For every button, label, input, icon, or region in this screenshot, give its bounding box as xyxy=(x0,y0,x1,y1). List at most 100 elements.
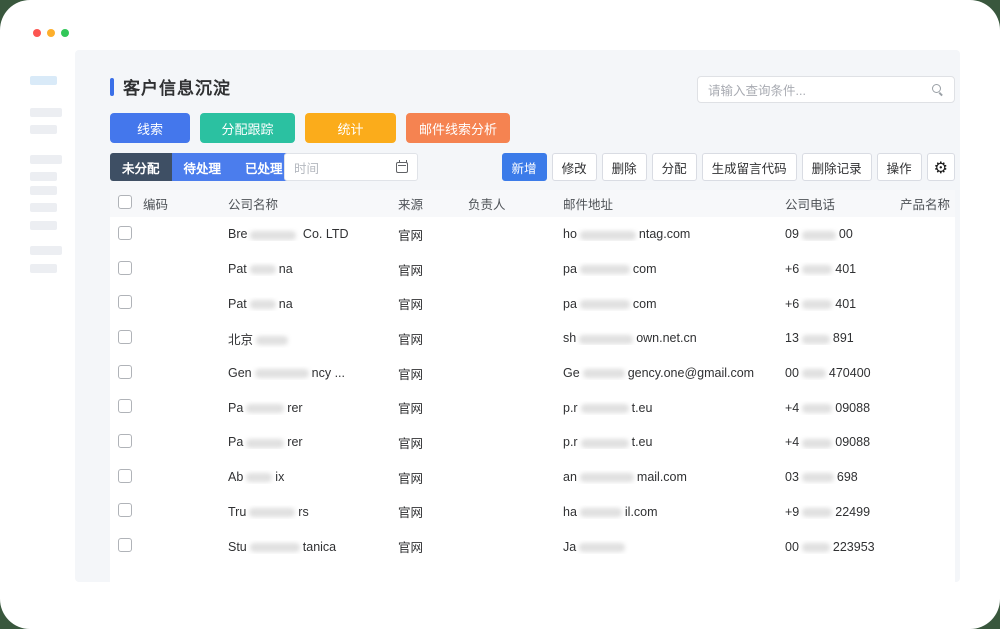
cell-text: rer xyxy=(287,401,302,415)
redacted-text xyxy=(250,543,300,552)
table-row[interactable]: Bre Co. LTD官网hontag.com0900 xyxy=(110,217,955,252)
tab-2[interactable]: 分配跟踪 xyxy=(200,113,295,143)
action-button-1[interactable]: 新增 xyxy=(502,153,547,181)
search-input[interactable]: 请输入查询条件... xyxy=(697,76,955,103)
table-row[interactable]: 北京官网shown.net.cn13891 xyxy=(110,321,955,356)
cell-text: +6 xyxy=(785,297,799,311)
tab-4[interactable]: 邮件线索分析 xyxy=(406,113,510,143)
phone-cell: 13891 xyxy=(785,331,900,345)
redacted-text xyxy=(580,231,636,240)
cell-text: t.eu xyxy=(632,401,653,415)
page-header: 客户信息沉淀 xyxy=(110,74,231,99)
sidebar-item-placeholder[interactable] xyxy=(30,246,62,255)
row-checkbox-cell xyxy=(110,226,143,243)
row-checkbox[interactable] xyxy=(118,226,132,240)
search-icon[interactable] xyxy=(932,84,944,96)
table-row[interactable]: Patna官网pacom+6401 xyxy=(110,286,955,321)
sidebar-item-placeholder[interactable] xyxy=(30,203,57,212)
row-checkbox-cell xyxy=(110,330,143,347)
row-checkbox-cell xyxy=(110,295,143,312)
redacted-text xyxy=(802,231,836,240)
cell-text: +6 xyxy=(785,262,799,276)
redacted-text xyxy=(581,404,629,413)
cell-text: ix xyxy=(275,470,284,484)
sidebar-item-placeholder[interactable] xyxy=(30,186,57,195)
sidebar-item-placeholder[interactable] xyxy=(30,264,57,273)
column-header-3: 来源 xyxy=(398,194,468,213)
redacted-text xyxy=(802,369,826,378)
row-checkbox-cell xyxy=(110,503,143,520)
sidebar-item-placeholder[interactable] xyxy=(30,125,57,134)
column-header-5: 邮件地址 xyxy=(563,194,785,213)
column-header-6: 公司电话 xyxy=(785,194,900,213)
sidebar-item-placeholder[interactable] xyxy=(30,221,57,230)
redacted-text xyxy=(250,231,296,240)
row-checkbox[interactable] xyxy=(118,434,132,448)
screenshot-canvas: 客户信息沉淀 请输入查询条件... 线索分配跟踪统计邮件线索分析 未分配待处理已… xyxy=(0,0,1000,629)
row-checkbox[interactable] xyxy=(118,399,132,413)
redacted-text xyxy=(250,300,276,309)
cell-text: rs xyxy=(298,505,308,519)
row-checkbox[interactable] xyxy=(118,503,132,517)
sidebar-item-placeholder[interactable] xyxy=(30,155,62,164)
column-header-1: 编码 xyxy=(143,194,228,213)
source-cell: 官网 xyxy=(398,433,468,452)
table-row[interactable]: Parer官网p.rt.eu+409088 xyxy=(110,390,955,425)
row-checkbox[interactable] xyxy=(118,365,132,379)
cell-text: an xyxy=(563,470,577,484)
email-cell: Ja xyxy=(563,540,785,554)
action-button-5[interactable]: 生成留言代码 xyxy=(702,153,797,181)
redacted-text xyxy=(802,543,830,552)
row-checkbox[interactable] xyxy=(118,538,132,552)
cell-text: ncy ... xyxy=(312,366,345,380)
column-header-2: 公司名称 xyxy=(228,194,398,213)
cell-text: 401 xyxy=(835,297,856,311)
redacted-text xyxy=(802,473,834,482)
row-checkbox[interactable] xyxy=(118,469,132,483)
cell-text: Bre xyxy=(228,227,247,241)
table-row[interactable]: Patna官网pacom+6401 xyxy=(110,252,955,287)
sidebar-item-placeholder[interactable] xyxy=(30,76,57,85)
action-button-2[interactable]: 修改 xyxy=(552,153,597,181)
redacted-text xyxy=(581,439,629,448)
phone-cell: +6401 xyxy=(785,262,900,276)
source-cell: 官网 xyxy=(398,260,468,279)
phone-cell: +922499 xyxy=(785,505,900,519)
cell-text: 00 xyxy=(839,227,853,241)
action-button-6[interactable]: 删除记录 xyxy=(802,153,872,181)
table-row[interactable]: Parer官网p.rt.eu+409088 xyxy=(110,425,955,460)
cell-text: Pa xyxy=(228,401,243,415)
table-row[interactable]: Abix官网anmail.com03698 xyxy=(110,460,955,495)
cell-text: Ge xyxy=(563,366,580,380)
sidebar-item-placeholder[interactable] xyxy=(30,172,57,181)
action-button-3[interactable]: 删除 xyxy=(602,153,647,181)
row-checkbox[interactable] xyxy=(118,330,132,344)
company-name-cell: Parer xyxy=(228,435,398,449)
action-button-4[interactable]: 分配 xyxy=(652,153,697,181)
source-cell: 官网 xyxy=(398,364,468,383)
cell-text: pa xyxy=(563,297,577,311)
table-row[interactable]: Stutanica官网Ja00223953 xyxy=(110,529,955,564)
action-toolbar: 新增修改删除分配生成留言代码删除记录操作⚙ xyxy=(502,153,955,181)
table-row[interactable]: Genncy ...官网Gegency.one@gmail.com0047040… xyxy=(110,356,955,391)
select-all-checkbox[interactable] xyxy=(118,195,132,209)
row-checkbox[interactable] xyxy=(118,261,132,275)
tab-1[interactable]: 线索 xyxy=(110,113,190,143)
row-checkbox-cell xyxy=(110,538,143,555)
cell-text: Tru xyxy=(228,505,246,519)
date-filter-input[interactable]: 时间 xyxy=(284,153,418,181)
segment-2[interactable]: 待处理 xyxy=(172,153,234,181)
tab-3[interactable]: 统计 xyxy=(305,113,396,143)
company-name-cell: 北京 xyxy=(228,329,398,348)
company-name-cell: Patna xyxy=(228,297,398,311)
cell-text: Pat xyxy=(228,297,247,311)
email-cell: shown.net.cn xyxy=(563,331,785,345)
calendar-icon[interactable] xyxy=(396,162,408,173)
action-button-7[interactable]: 操作 xyxy=(877,153,922,181)
row-checkbox[interactable] xyxy=(118,295,132,309)
redacted-text xyxy=(580,473,634,482)
sidebar-item-placeholder[interactable] xyxy=(30,108,62,117)
table-row[interactable]: Trurs官网hail.com+922499 xyxy=(110,495,955,530)
settings-gear-button[interactable]: ⚙ xyxy=(927,153,955,181)
segment-1-active[interactable]: 未分配 xyxy=(110,153,172,181)
